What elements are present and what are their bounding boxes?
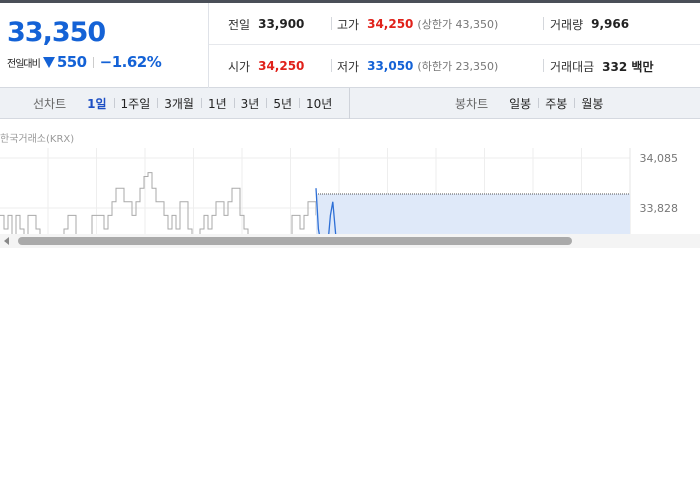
line-chart-tabs: 선차트 1일 1주일 3개월 1년 3년 5년 10년 (0, 88, 350, 119)
stat-value: 33,900 (258, 17, 305, 31)
candle-chart-title: 봉차트 (455, 97, 489, 111)
divider (331, 17, 332, 30)
change-divider (92, 56, 94, 68)
tab-range-10y[interactable]: 10년 (299, 95, 339, 112)
price-summary: 33,350 전일대비 550 −1.62% 전일 33,900 고가 34,2… (0, 3, 700, 88)
chart-scrollbar[interactable] (0, 234, 700, 248)
tab-range-3m[interactable]: 3개월 (157, 95, 201, 112)
y-tick-label: 34,085 (640, 152, 679, 165)
y-tick-label: 33,828 (640, 202, 679, 215)
current-price: 33,350 (7, 17, 106, 48)
stats-row-2: 시가 34,250 저가 33,050 (하한가 23,350) 거래대금 33… (209, 45, 700, 87)
stat-volume: 거래량 9,966 (550, 15, 629, 33)
divider (331, 59, 332, 72)
tab-range-1y[interactable]: 1년 (200, 95, 234, 112)
stat-sub: (하한가 23,350) (417, 60, 499, 73)
change-label: 전일대비 (7, 58, 41, 70)
intraday-line-chart: 34,085 33,828 (0, 148, 679, 234)
chart-source-label: 한국거래소(KRX) (0, 134, 75, 145)
change-amount: 550 (56, 53, 87, 71)
tab-candle-weekly[interactable]: 주봉 (538, 95, 574, 112)
down-triangle-icon (42, 56, 55, 68)
stat-label: 거래대금 (550, 59, 595, 74)
stat-prev-close: 전일 33,900 (228, 15, 304, 33)
scrollbar-thumb[interactable] (18, 237, 572, 245)
stat-high: 고가 34,250 (상한가 43,350) (337, 15, 498, 33)
scroll-left-arrow-icon[interactable] (4, 237, 9, 245)
stat-low: 저가 33,050 (하한가 23,350) (337, 57, 498, 75)
stat-open: 시가 34,250 (228, 57, 304, 75)
tab-range-5y[interactable]: 5년 (266, 95, 299, 112)
stat-sub: (상한가 43,350) (417, 18, 499, 31)
tab-range-1w[interactable]: 1주일 (113, 95, 158, 112)
line-chart-title: 선차트 (33, 97, 67, 111)
divider (543, 59, 544, 72)
change-percent: −1.62% (99, 53, 162, 71)
price-stats: 전일 33,900 고가 34,250 (상한가 43,350) 거래량 9,9… (209, 3, 700, 88)
chart-y-ticks: 34,085 33,828 (640, 152, 679, 215)
change-line: 전일대비 550 −1.62% (7, 53, 162, 71)
stat-value: 33,050 (367, 59, 414, 73)
stat-label: 거래량 (550, 17, 584, 32)
tab-candle-monthly[interactable]: 월봉 (574, 95, 610, 112)
chart-marks (0, 172, 630, 234)
stat-value: 34,250 (367, 17, 414, 31)
stat-trade-value: 거래대금 332 백만 (550, 57, 653, 75)
stat-label: 시가 (228, 59, 251, 74)
stat-value: 9,966 (591, 17, 630, 31)
candle-chart-tabs: 봉차트 일봉 주봉 월봉 (351, 88, 700, 119)
chart-toolbar: 선차트 1일 1주일 3개월 1년 3년 5년 10년 봉차트 일봉 주봉 월봉 (0, 88, 700, 119)
stats-row-1: 전일 33,900 고가 34,250 (상한가 43,350) 거래량 9,9… (209, 3, 700, 45)
stat-label: 저가 (337, 59, 360, 74)
series-line-previous (0, 172, 317, 234)
divider (543, 17, 544, 30)
stat-label: 전일 (228, 17, 251, 32)
stat-value: 332 백만 (602, 59, 654, 74)
current-price-box: 33,350 전일대비 550 −1.62% (0, 3, 209, 88)
tab-range-1d[interactable]: 1일 (80, 95, 113, 112)
prev-close-fill-area (316, 193, 630, 234)
tab-candle-daily[interactable]: 일봉 (502, 95, 538, 112)
tab-range-3y[interactable]: 3년 (233, 95, 267, 112)
stat-label: 고가 (337, 17, 360, 32)
stat-value: 34,250 (258, 59, 305, 73)
